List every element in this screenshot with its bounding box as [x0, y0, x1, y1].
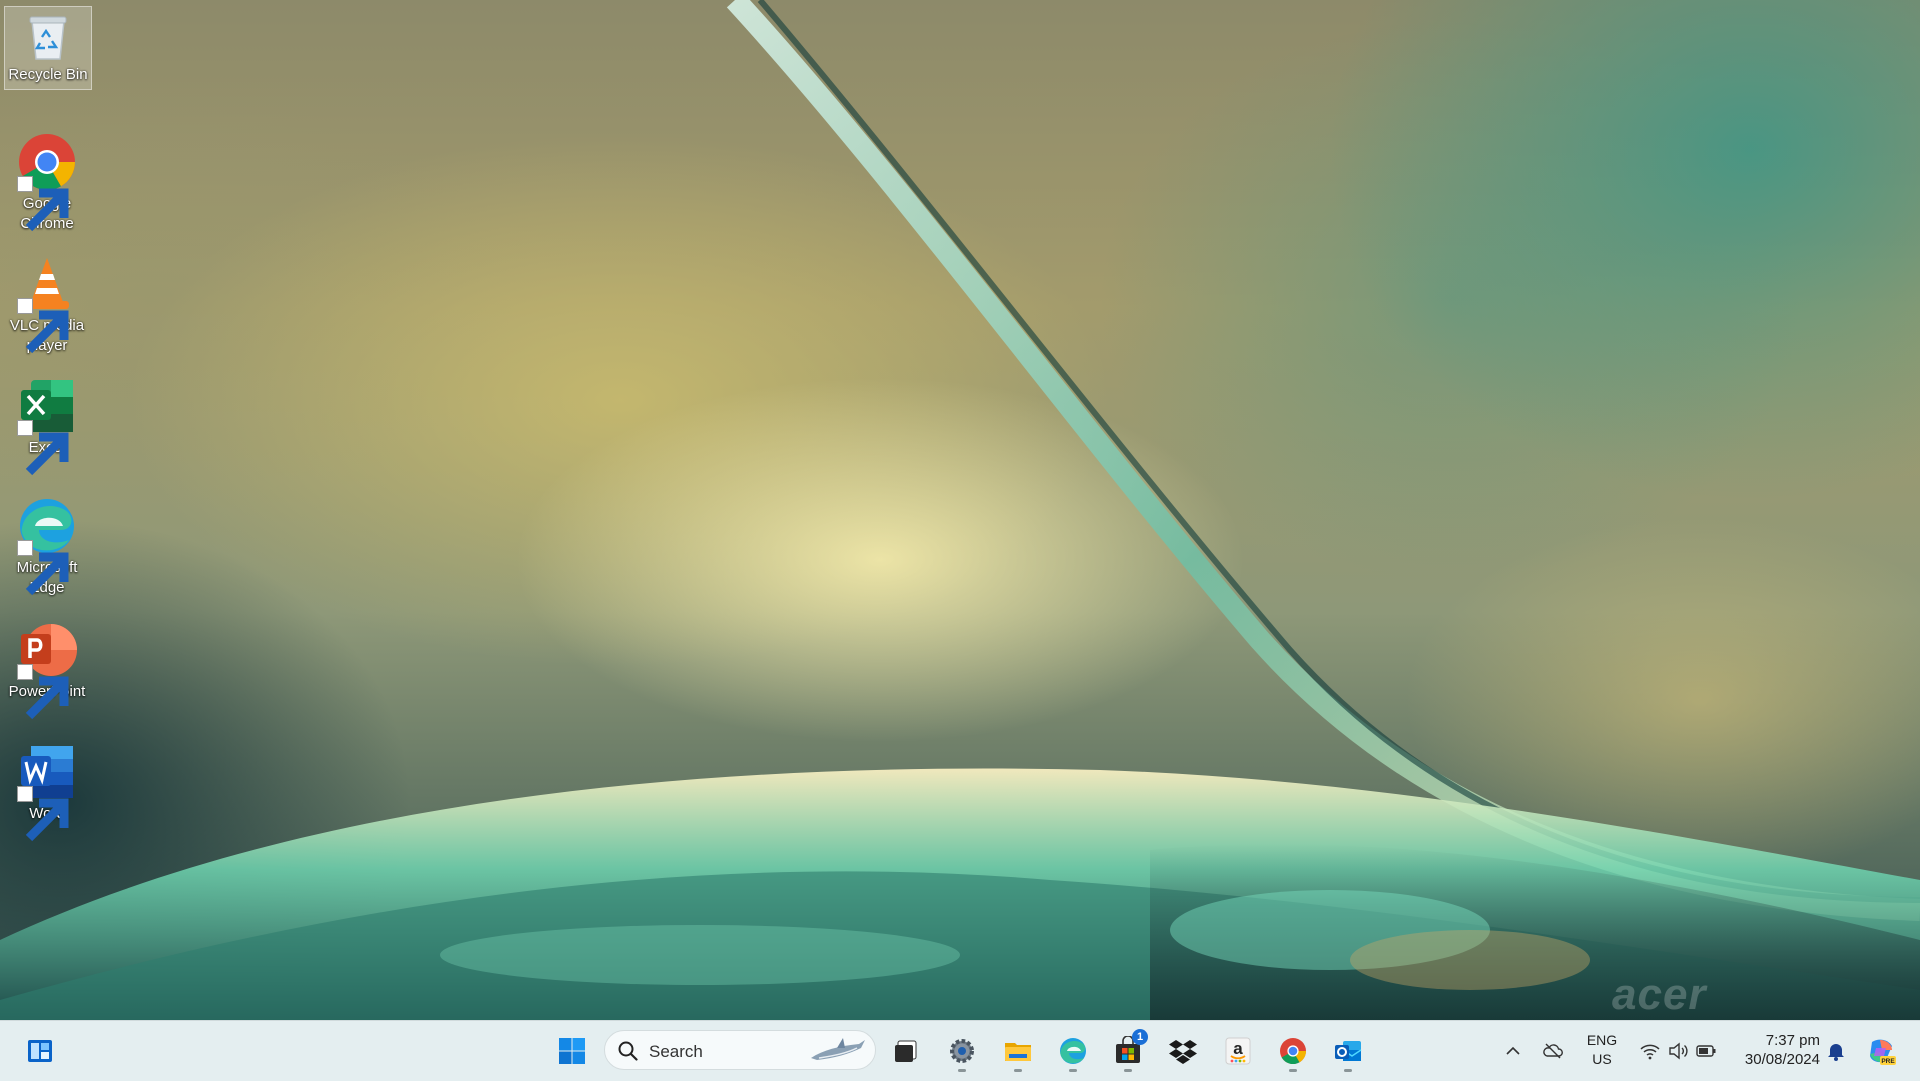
taskbar-outlook[interactable]: [1326, 1029, 1370, 1073]
excel-icon: [17, 376, 77, 476]
running-indicator: [958, 1069, 966, 1072]
shortcut-arrow-icon: [17, 176, 69, 232]
vlc-icon: [17, 254, 77, 354]
chrome-icon: [1280, 1038, 1307, 1065]
notification-center-button[interactable]: [1822, 1035, 1850, 1067]
onedrive-status-button[interactable]: [1538, 1035, 1568, 1067]
desktop-icon-microsoft-edge[interactable]: Microsoft Edge: [4, 490, 90, 598]
desktop-icon-word[interactable]: Word: [4, 736, 90, 842]
clock-date: 30/08/2024: [1744, 1051, 1820, 1068]
running-indicator: [1069, 1069, 1077, 1072]
powerpoint-icon: [17, 620, 77, 720]
shortcut-arrow-icon: [17, 786, 69, 842]
copilot-preview-badge: PRE: [1881, 1058, 1895, 1065]
taskbar-microsoft-edge[interactable]: [1051, 1029, 1095, 1073]
cloud-offline-icon: [1543, 1043, 1563, 1059]
chevron-up-icon: [1506, 1046, 1520, 1055]
shortcut-arrow-icon: [17, 298, 69, 354]
volume-icon: [1669, 1042, 1688, 1060]
outlook-icon: [1335, 1041, 1362, 1061]
network-volume-battery-group[interactable]: [1634, 1035, 1722, 1067]
taskbar-search-box[interactable]: [604, 1030, 876, 1070]
running-indicator: [1344, 1069, 1352, 1072]
show-hidden-icons-button[interactable]: [1500, 1035, 1526, 1067]
taskbar-microsoft-store[interactable]: 1: [1106, 1029, 1150, 1073]
start-button[interactable]: [550, 1029, 594, 1073]
chrome-icon: [17, 132, 77, 232]
search-icon: [618, 1041, 638, 1061]
edge-icon: [1060, 1038, 1086, 1064]
task-view-icon: [895, 1040, 917, 1062]
taskbar-settings[interactable]: [940, 1029, 984, 1073]
battery-icon: [1696, 1045, 1716, 1057]
clock[interactable]: 7:37 pm 30/08/2024: [1730, 1031, 1820, 1069]
running-indicator: [1124, 1069, 1132, 1072]
widgets-button[interactable]: [18, 1029, 62, 1073]
shortcut-arrow-icon: [17, 664, 69, 720]
taskbar-google-chrome[interactable]: [1271, 1029, 1315, 1073]
language-indicator[interactable]: ENG US: [1580, 1031, 1624, 1069]
wallpaper: [0, 0, 1920, 1020]
wifi-icon: [1640, 1044, 1660, 1060]
shortcut-arrow-icon: [17, 420, 69, 476]
notification-badge: 1: [1132, 1029, 1148, 1045]
dropbox-icon: [1169, 1040, 1197, 1064]
search-highlight-shark-icon: [811, 1038, 865, 1060]
taskbar-dropbox[interactable]: [1161, 1029, 1205, 1073]
language-code: ENG: [1586, 1032, 1618, 1048]
desktop-icon-recycle-bin[interactable]: Recycle Bin: [4, 6, 92, 90]
desktop-icon-excel[interactable]: Excel: [4, 370, 90, 476]
running-indicator: [1014, 1069, 1022, 1072]
shortcut-arrow-icon: [17, 540, 69, 596]
edge-icon: [17, 496, 77, 596]
desktop-icon-powerpoint[interactable]: PowerPoint: [4, 614, 90, 720]
bell-icon: [1828, 1044, 1844, 1061]
settings-gear-icon: [950, 1039, 974, 1063]
running-indicator: [1289, 1069, 1297, 1072]
copilot-button[interactable]: PRE: [1864, 1035, 1898, 1067]
taskbar-file-explorer[interactable]: [996, 1029, 1040, 1073]
windows-start-icon: [559, 1038, 585, 1064]
widgets-icon: [28, 1040, 52, 1062]
desktop-icon-label: Recycle Bin: [8, 66, 88, 83]
desktop[interactable]: Recycle Bin Google Chrome VLC media play…: [0, 0, 1920, 1020]
acer-watermark: acer: [1612, 970, 1707, 1019]
amazon-icon: a: [1225, 1037, 1251, 1065]
search-input[interactable]: [647, 1039, 801, 1065]
clock-time: 7:37 pm: [1765, 1032, 1820, 1049]
word-icon: [17, 742, 77, 842]
svg-text:a: a: [1233, 1039, 1243, 1058]
copilot-icon: PRE: [1870, 1039, 1896, 1065]
taskbar-amazon[interactable]: a: [1216, 1029, 1260, 1073]
file-explorer-icon: [1005, 1043, 1031, 1061]
taskbar-task-view[interactable]: [884, 1029, 928, 1073]
desktop-icon-vlc[interactable]: VLC media player: [4, 248, 90, 356]
recycle-bin-icon: [22, 11, 74, 63]
language-region: US: [1592, 1051, 1612, 1067]
desktop-icon-google-chrome[interactable]: Google Chrome: [4, 126, 90, 234]
taskbar: 1 a: [0, 1020, 1920, 1081]
